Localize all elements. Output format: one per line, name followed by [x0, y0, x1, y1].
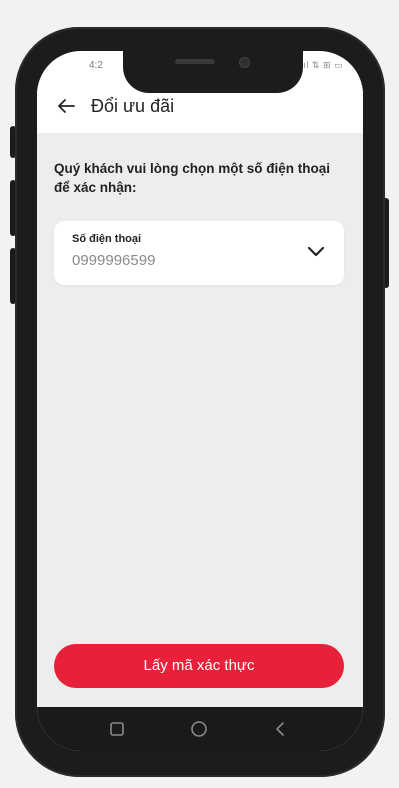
phone-number-select[interactable]: Số điện thoại 0999996599: [54, 221, 344, 285]
home-icon[interactable]: [189, 719, 209, 739]
status-time: 4:2: [89, 60, 103, 71]
android-nav-bar: [37, 707, 363, 751]
page-title: Đổi ưu đãi: [91, 96, 175, 116]
phone-frame: 4:2 ııl ⇅ ⊞ ▭ Đổi ưu đãi Quý khách vui l…: [15, 27, 385, 777]
phone-screen: 4:2 ııl ⇅ ⊞ ▭ Đổi ưu đãi Quý khách vui l…: [37, 51, 363, 751]
chevron-down-icon[interactable]: [306, 241, 326, 261]
back-arrow-icon[interactable]: [55, 95, 77, 117]
nav-back-icon[interactable]: [271, 719, 291, 739]
recent-apps-icon[interactable]: [107, 719, 127, 739]
phone-notch: [123, 51, 303, 93]
phone-number-value: 0999996599: [72, 252, 156, 269]
page: 4:2 ııl ⇅ ⊞ ▭ Đổi ưu đãi Quý khách vui l…: [0, 0, 399, 788]
front-camera: [239, 57, 250, 68]
get-verification-code-button[interactable]: Lấy mã xác thực: [54, 644, 344, 688]
instruction-text: Quý khách vui lòng chọn một số điện thoạ…: [54, 161, 331, 195]
speaker-grille: [175, 59, 215, 64]
status-icons: ııl ⇅ ⊞ ▭: [300, 60, 343, 70]
phone-number-label: Số điện thoại: [72, 233, 142, 245]
